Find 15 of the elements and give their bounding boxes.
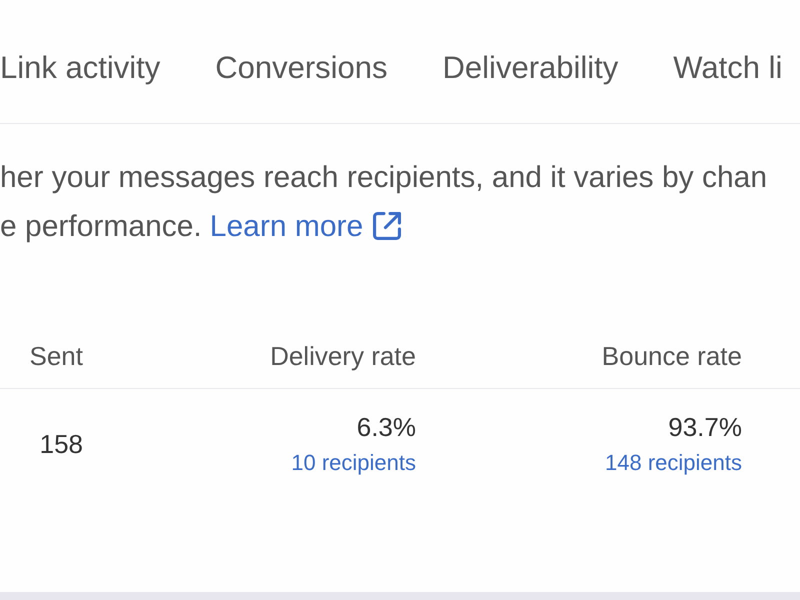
table-cell: 6.3% — [356, 411, 416, 443]
tab[interactable]: Deliverability — [442, 48, 618, 88]
recipients-link[interactable]: 10 recipients — [291, 449, 416, 477]
external-link-icon — [373, 212, 402, 240]
learn-more-link[interactable]: Learn more — [210, 210, 402, 243]
tab[interactable]: Conversions — [215, 48, 388, 88]
column-header: Bounce rate — [600, 340, 742, 372]
table-cell: 158 — [40, 428, 83, 460]
recipients-link[interactable]: 148 recipients — [605, 449, 742, 477]
tab[interactable]: Watch li — [673, 48, 782, 88]
tab[interactable]: Link activity — [0, 48, 160, 88]
column-header: Delivery rate — [269, 340, 416, 372]
description-text: her your messages reach recipients, and it varies by chan e performance. Learn more — [0, 160, 768, 245]
table-cell: 93.7% — [668, 411, 742, 443]
column-header: Sent — [28, 340, 83, 372]
